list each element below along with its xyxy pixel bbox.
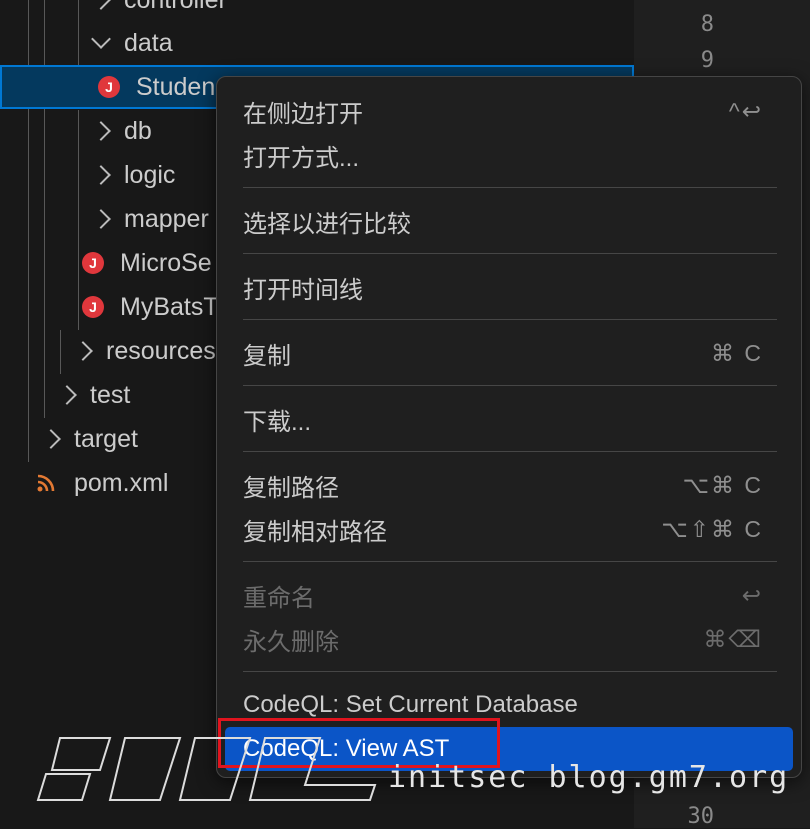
menu-item-shortcut: ⌘ C bbox=[711, 339, 763, 366]
context-menu: 在侧边打开 ^↩ 打开方式... 选择以进行比较 打开时间线 复制 ⌘ C 下载… bbox=[216, 76, 802, 778]
menu-item-shortcut: ⌥⇧⌘ C bbox=[661, 515, 763, 542]
menu-item-delete-permanently: 永久删除 ⌘⌫ bbox=[225, 617, 793, 661]
menu-item-label: CodeQL: Set Current Database bbox=[243, 691, 578, 718]
menu-item-copy[interactable]: 复制 ⌘ C bbox=[225, 331, 793, 375]
menu-item-select-for-compare[interactable]: 选择以进行比较 bbox=[225, 199, 793, 243]
menu-item-label: 选择以进行比较 bbox=[243, 210, 411, 238]
menu-item-rename: 重命名 ↩ bbox=[225, 573, 793, 617]
java-file-icon: J bbox=[82, 296, 104, 318]
menu-item-open-to-side[interactable]: 在侧边打开 ^↩ bbox=[225, 89, 793, 133]
menu-item-label: 打开时间线 bbox=[243, 276, 363, 304]
tree-item-label: MyBatsT bbox=[120, 292, 219, 321]
tree-item-label: target bbox=[74, 424, 138, 453]
tree-item-label: test bbox=[90, 380, 131, 409]
menu-item-label: 复制 bbox=[243, 342, 291, 370]
java-file-icon: J bbox=[98, 76, 120, 98]
tree-item-controller[interactable]: controller bbox=[0, 0, 634, 22]
menu-separator bbox=[243, 187, 777, 188]
tree-item-label: data bbox=[124, 28, 173, 57]
chevron-right-icon bbox=[57, 385, 77, 405]
chevron-right-icon bbox=[91, 165, 111, 185]
menu-item-download[interactable]: 下载... bbox=[225, 397, 793, 441]
menu-item-copy-path[interactable]: 复制路径 ⌥⌘ C bbox=[225, 463, 793, 507]
tree-item-data[interactable]: data bbox=[0, 21, 634, 65]
menu-item-label: 复制相对路径 bbox=[243, 518, 387, 546]
chevron-down-icon bbox=[91, 29, 111, 49]
menu-item-shortcut: ⌥⌘ C bbox=[682, 471, 763, 498]
menu-item-shortcut: ↩ bbox=[741, 581, 763, 608]
tree-item-label: logic bbox=[124, 160, 176, 189]
tree-item-label: resources bbox=[106, 336, 216, 365]
line-number: 9 bbox=[700, 48, 714, 73]
tree-item-label: Studen bbox=[136, 72, 216, 101]
menu-item-label: 重命名 bbox=[243, 584, 315, 612]
menu-item-copy-relative-path[interactable]: 复制相对路径 ⌥⇧⌘ C bbox=[225, 507, 793, 551]
menu-item-label: 下载... bbox=[243, 408, 312, 436]
tree-item-label: MicroSe bbox=[120, 248, 212, 277]
chevron-right-icon bbox=[91, 0, 111, 10]
line-number: 8 bbox=[700, 12, 714, 37]
tree-item-label: db bbox=[124, 116, 152, 145]
rss-icon bbox=[37, 474, 55, 492]
chevron-right-icon bbox=[73, 341, 93, 361]
menu-item-label: 永久删除 bbox=[243, 628, 339, 656]
java-file-icon: J bbox=[82, 252, 104, 274]
menu-separator bbox=[243, 319, 777, 320]
tree-item-label: mapper bbox=[124, 204, 209, 233]
menu-item-label: 复制路径 bbox=[243, 474, 339, 502]
menu-separator bbox=[243, 671, 777, 672]
tree-item-label: pom.xml bbox=[74, 468, 169, 497]
menu-item-open-timeline[interactable]: 打开时间线 bbox=[225, 265, 793, 309]
menu-separator bbox=[243, 451, 777, 452]
menu-separator bbox=[243, 561, 777, 562]
menu-item-label: 打开方式... bbox=[243, 144, 360, 172]
chevron-right-icon bbox=[91, 121, 111, 141]
tree-item-label: controller bbox=[124, 0, 227, 15]
menu-separator bbox=[243, 385, 777, 386]
watermark-text: initsec blog.gm7.org bbox=[388, 760, 790, 795]
chevron-right-icon bbox=[41, 429, 61, 449]
chevron-right-icon bbox=[91, 209, 111, 229]
menu-item-open-with[interactable]: 打开方式... bbox=[225, 133, 793, 177]
menu-item-shortcut: ^↩ bbox=[728, 97, 763, 124]
menu-item-label: 在侧边打开 bbox=[243, 100, 363, 128]
menu-separator bbox=[243, 253, 777, 254]
menu-item-shortcut: ⌘⌫ bbox=[703, 625, 763, 652]
